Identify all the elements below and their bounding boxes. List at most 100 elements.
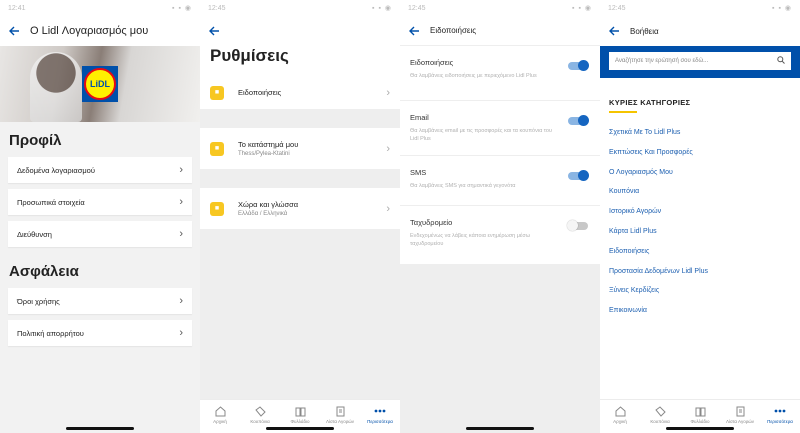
nav-leaflet[interactable]: Φυλλάδιο xyxy=(681,405,719,424)
page-title: Ρυθμίσεις xyxy=(200,46,400,76)
home-indicator xyxy=(266,427,334,430)
status-bar: 12:45 ▪ ▪ ◉ xyxy=(400,0,600,16)
home-indicator xyxy=(666,427,734,430)
page-title: O Lidl Λογαριασμός μου xyxy=(30,25,149,37)
push-toggle[interactable] xyxy=(568,60,589,71)
settings-row-store[interactable]: ■ Το κατάστημά μου Thess/Pylea-Ktatini › xyxy=(200,128,400,170)
globe-icon: ■ xyxy=(210,201,224,216)
nav-label: Λίστα Αγορών xyxy=(325,419,355,424)
help-screen: 12:45 ▪ ▪ ◉ Βοήθεια Αναζήτησε την ερώτησ… xyxy=(600,0,800,433)
category-link[interactable]: Προστασία Δεδομένων Lidl Plus xyxy=(600,262,800,282)
notifications-screen: 12:45 ▪ ▪ ◉ Ειδοποιήσεις Ειδοποιήσεις Θα… xyxy=(400,0,600,433)
hero-person xyxy=(30,52,82,122)
item-label: Δεδομένα λογαριασμού xyxy=(17,165,95,175)
nav-more[interactable]: Περισσότερα xyxy=(761,405,799,424)
category-link[interactable]: Σχετικά Με Το Lidl Plus xyxy=(600,123,800,143)
nav-shopping-list[interactable]: Λίστα Αγορών xyxy=(321,405,359,424)
search-bar-container: Αναζήτησε την ερώτησή σου εδώ... xyxy=(600,46,800,78)
chevron-right-icon: › xyxy=(179,295,183,307)
back-arrow-icon[interactable] xyxy=(606,23,622,39)
chevron-right-icon: › xyxy=(179,228,183,240)
row-title: Το κατάστημά μου xyxy=(238,140,299,149)
back-arrow-icon[interactable] xyxy=(6,23,22,39)
status-time: 12:45 xyxy=(408,4,426,12)
account-screen: 12:41 ▪ ▪ ◉ O Lidl Λογαριασμός μου LiDL … xyxy=(0,0,200,433)
nav-label: Αρχική xyxy=(213,419,227,424)
nav-home[interactable]: Αρχική xyxy=(201,405,239,424)
settings-row-country-language[interactable]: ■ Χώρα και γλώσσα Ελλάδα / Ελληνικά › xyxy=(200,188,400,230)
coupon-icon xyxy=(653,405,667,417)
app-bar xyxy=(200,16,400,46)
nav-label: Περισσότερα xyxy=(367,419,393,424)
profile-heading: Προφίλ xyxy=(9,132,62,149)
status-bar: 12:45 ▪ ▪ ◉ xyxy=(200,0,400,16)
security-heading: Ασφάλεια xyxy=(9,263,79,280)
back-arrow-icon[interactable] xyxy=(406,23,422,39)
terms-item[interactable]: Όροι χρήσης › xyxy=(8,288,192,314)
notification-row-email: Email Θα λαμβάνεις email με τις προσφορέ… xyxy=(400,101,600,156)
nav-leaflet[interactable]: Φυλλάδιο xyxy=(281,405,319,424)
bell-icon: ■ xyxy=(210,85,224,100)
chevron-right-icon: › xyxy=(386,202,390,215)
leaflet-icon xyxy=(293,405,307,417)
store-icon: ■ xyxy=(210,141,224,156)
home-icon xyxy=(213,405,227,417)
status-icons: ▪ ▪ ◉ xyxy=(372,5,392,12)
logo-text: LiDL xyxy=(90,79,110,89)
post-toggle[interactable] xyxy=(567,220,588,231)
nav-label: Κουπόνια xyxy=(650,419,670,424)
leaflet-icon xyxy=(693,405,707,417)
status-icons: ▪ ▪ ◉ xyxy=(572,5,592,12)
row-title: Ταχυδρομείο xyxy=(410,218,453,227)
chevron-right-icon: › xyxy=(386,86,390,99)
category-link[interactable]: Κουπόνια xyxy=(600,182,800,202)
item-label: Προσωπικά στοιχεία xyxy=(17,197,85,207)
status-bar: 12:45 ▪ ▪ ◉ xyxy=(600,0,800,16)
status-icons: ▪ ▪ ◉ xyxy=(172,5,192,12)
app-bar: Βοήθεια xyxy=(600,16,800,46)
privacy-policy-item[interactable]: Πολιτική απορρήτου › xyxy=(8,320,192,346)
category-link[interactable]: Επικοινωνία xyxy=(600,301,800,321)
nav-home[interactable]: Αρχική xyxy=(601,405,639,424)
coupon-icon xyxy=(253,405,267,417)
heading-underline xyxy=(609,111,637,113)
status-time: 12:45 xyxy=(608,4,626,12)
search-input[interactable]: Αναζήτησε την ερώτησή σου εδώ... xyxy=(609,52,791,70)
status-bar: 12:41 ▪ ▪ ◉ xyxy=(0,0,200,16)
list-icon xyxy=(733,405,747,417)
notification-row-push: Ειδοποιήσεις Θα λαμβάνεις ειδοποιήσεις μ… xyxy=(400,46,600,101)
category-link[interactable]: Ειδοποιήσεις xyxy=(600,242,800,262)
status-icons: ▪ ▪ ◉ xyxy=(772,5,792,12)
notification-row-sms: SMS Θα λαμβάνεις SMS για σημαντικά γεγον… xyxy=(400,156,600,206)
nav-shopping-list[interactable]: Λίστα Αγορών xyxy=(721,405,759,424)
hero-image: LiDL xyxy=(0,46,200,122)
sms-toggle[interactable] xyxy=(568,170,589,181)
nav-coupons[interactable]: Κουπόνια xyxy=(641,405,679,424)
chevron-right-icon: › xyxy=(179,196,183,208)
personal-details-item[interactable]: Προσωπικά στοιχεία › xyxy=(8,189,192,215)
row-title: SMS xyxy=(410,168,427,177)
email-toggle[interactable] xyxy=(568,115,589,126)
back-arrow-icon[interactable] xyxy=(206,23,222,39)
status-time: 12:45 xyxy=(208,4,226,12)
nav-more[interactable]: Περισσότερα xyxy=(361,405,399,424)
nav-label: Λίστα Αγορών xyxy=(725,419,755,424)
home-indicator xyxy=(466,427,534,430)
category-link[interactable]: Ξύνεις Κερδίζεις xyxy=(600,281,800,301)
item-label: Όροι χρήσης xyxy=(17,296,60,306)
category-link[interactable]: Εκπτώσεις Και Προσφορές xyxy=(600,143,800,163)
address-item[interactable]: Διεύθυνση › xyxy=(8,221,192,247)
more-dots-icon xyxy=(773,405,787,417)
account-data-item[interactable]: Δεδομένα λογαριασμού › xyxy=(8,157,192,183)
chevron-right-icon: › xyxy=(386,142,390,155)
row-title: Χώρα και γλώσσα xyxy=(238,200,299,209)
row-subtitle: Ελλάδα / Ελληνικά xyxy=(238,211,288,217)
lidl-logo: LiDL xyxy=(82,66,118,102)
category-link[interactable]: Κάρτα Lidl Plus xyxy=(600,222,800,242)
nav-coupons[interactable]: Κουπόνια xyxy=(241,405,279,424)
app-bar: O Lidl Λογαριασμός μου xyxy=(0,16,200,46)
status-time: 12:41 xyxy=(8,4,26,12)
category-link[interactable]: Ο Λογαριασμός Μου xyxy=(600,163,800,183)
category-link[interactable]: Ιστορικό Αγορών xyxy=(600,202,800,222)
settings-row-notifications[interactable]: ■ Ειδοποιήσεις › xyxy=(200,76,400,110)
